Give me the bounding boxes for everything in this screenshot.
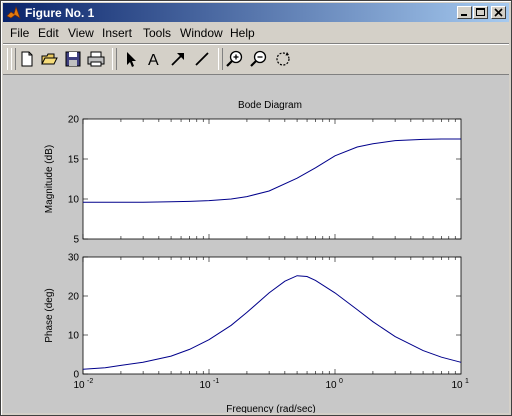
edit-plot-button[interactable] (120, 49, 140, 69)
x-tick-exponent: 0 (339, 378, 343, 385)
x-axis-label: Frequency (rad/sec) (226, 404, 315, 413)
y-tick-label: 20 (68, 115, 80, 126)
rotate-3d-button[interactable] (273, 49, 293, 69)
insert-text-icon: A (148, 52, 159, 69)
y-tick-label: 10 (68, 331, 80, 342)
figure-window: Figure No. 1 File Edit View Insert Tools… (0, 0, 512, 416)
x-tick-label: 10 (451, 380, 463, 391)
insert-line-button[interactable] (192, 49, 212, 69)
insert-arrow-button[interactable] (168, 49, 188, 69)
y-tick-label: 15 (68, 155, 80, 166)
bode-plot[interactable]: 5101520Magnitude (dB)0102030Phase (deg)1… (3, 75, 509, 413)
zoom-in-button[interactable] (225, 49, 245, 69)
x-tick-label: 10 (199, 380, 211, 391)
print-button[interactable] (86, 49, 106, 69)
menu-file[interactable]: File (10, 26, 29, 40)
figure-canvas[interactable]: 5 10 15 20 Magnitude (dB) 0 10 20 30 Phase (deg) 1… (3, 75, 509, 413)
toolbar: A (3, 43, 509, 75)
y-tick-label: 20 (68, 292, 80, 303)
magnitude-axes (82, 118, 462, 240)
print-icon (87, 51, 105, 67)
maximize-button[interactable] (473, 6, 488, 19)
menu-edit[interactable]: Edit (38, 26, 59, 40)
zoom-in-icon (226, 50, 243, 67)
menu-tools[interactable]: Tools (143, 26, 171, 40)
open-file-icon (41, 53, 58, 65)
zoom-out-icon (250, 50, 267, 67)
menu-bar: File Edit View Insert Tools Window Help (3, 23, 509, 42)
maximize-icon (476, 8, 485, 16)
close-icon (494, 8, 503, 17)
menu-view[interactable]: View (68, 26, 94, 40)
y-tick-label: 30 (68, 253, 80, 264)
phase-y-axis-label: Phase (deg) (44, 288, 55, 342)
toolbar-separator (218, 48, 223, 70)
menu-window[interactable]: Window (180, 26, 223, 40)
x-tick-label: 10 (73, 380, 85, 391)
x-tick-exponent: 1 (465, 378, 469, 385)
chart-title: Bode Diagram (238, 100, 302, 111)
window-title: Figure No. 1 (25, 6, 95, 20)
new-figure-icon (21, 51, 33, 67)
x-tick-exponent: -1 (213, 378, 219, 385)
y-tick-label: 0 (73, 370, 79, 381)
toolbar-grip[interactable] (11, 48, 16, 70)
y-tick-label: 5 (73, 235, 79, 246)
y-tick-label: 10 (68, 195, 80, 206)
insert-line-icon (195, 52, 209, 66)
toolbar-separator (112, 48, 117, 70)
new-figure-button[interactable] (17, 49, 37, 69)
edit-plot-arrow-icon (127, 52, 136, 67)
phase-axes (82, 256, 462, 375)
matlab-logo-icon (6, 5, 21, 20)
minimize-icon (461, 14, 467, 16)
save-icon (65, 51, 81, 67)
insert-text-button[interactable]: A (144, 49, 164, 69)
zoom-out-button[interactable] (249, 49, 269, 69)
menu-insert[interactable]: Insert (102, 26, 132, 40)
x-tick-exponent: -2 (87, 378, 93, 385)
close-button[interactable] (491, 6, 506, 19)
save-button[interactable] (63, 49, 83, 69)
open-file-button[interactable] (40, 49, 60, 69)
magnitude-y-axis-label: Magnitude (dB) (44, 145, 55, 213)
x-tick-label: 10 (325, 380, 337, 391)
minimize-button[interactable] (457, 6, 472, 19)
rotate-3d-icon (276, 52, 290, 66)
insert-arrow-icon (171, 53, 184, 66)
svg-text:A: A (148, 52, 159, 69)
title-bar[interactable]: Figure No. 1 (3, 3, 509, 22)
menu-help[interactable]: Help (230, 26, 255, 40)
